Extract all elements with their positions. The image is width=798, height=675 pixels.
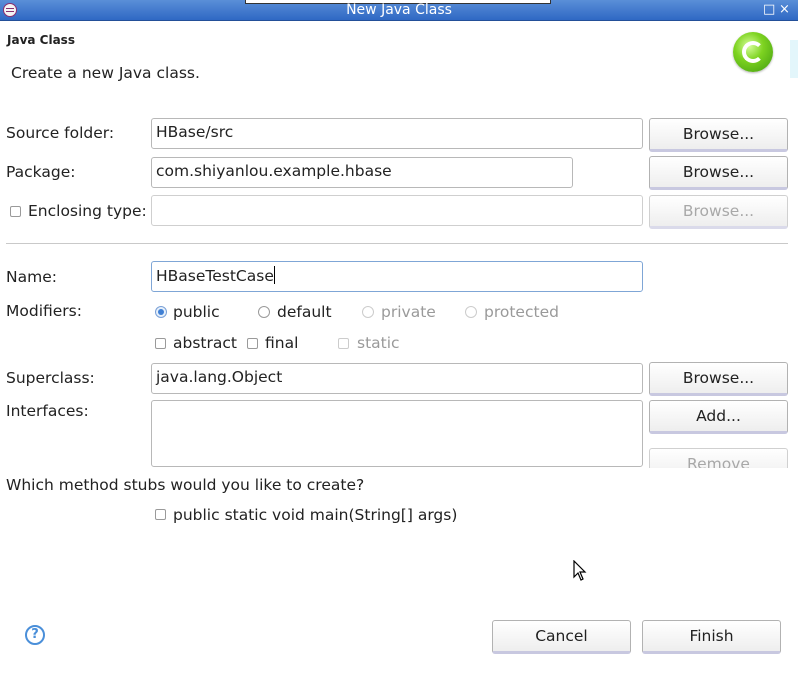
finish-button[interactable]: Finish [642,620,781,654]
cancel-button[interactable]: Cancel [492,620,631,654]
enclosing-type-checkbox[interactable] [10,206,21,217]
modifier-default-label: default [277,303,332,321]
text-caret [273,266,275,284]
source-folder-label: Source folder: [6,124,115,142]
modifier-static-checkbox[interactable] [338,338,349,349]
close-button[interactable]: × [779,2,790,18]
method-stubs-question: Which method stubs would you like to cre… [6,476,365,494]
interfaces-label: Interfaces: [6,402,89,420]
separator [6,243,788,244]
modifier-protected-radio[interactable] [465,306,477,318]
modifier-private-label: private [381,303,436,321]
package-label: Package: [6,163,76,181]
page-title: Java Class [7,33,75,47]
source-folder-value: HBase/src [156,123,234,141]
modifier-public-label: public [173,303,220,321]
source-folder-field[interactable]: HBase/src [151,118,643,149]
modifier-abstract-label: abstract [173,334,237,352]
title-bar[interactable]: New Java Class □ × [0,0,798,21]
package-browse-button[interactable]: Browse... [649,156,788,190]
remove-interface-button[interactable]: Remove [649,448,788,468]
add-interface-button[interactable]: Add... [649,400,788,434]
superclass-field[interactable]: java.lang.Object [151,363,643,394]
interfaces-list[interactable] [151,400,643,467]
package-value: com.shiyanlou.example.hbase [156,162,392,180]
modifier-final-checkbox[interactable] [247,338,258,349]
page-description: Create a new Java class. [11,64,200,82]
window-title: New Java Class [346,2,452,18]
modifier-default-radio[interactable] [258,306,270,318]
class-c-icon [742,41,764,63]
name-value: HBaseTestCase [156,267,274,285]
superclass-value: java.lang.Object [156,368,283,386]
modifier-protected-label: protected [484,303,559,321]
enclosing-type-browse-button[interactable]: Browse... [649,195,788,229]
modifier-static-label: static [357,334,400,352]
enclosing-type-label: Enclosing type: [28,202,147,220]
superclass-browse-button[interactable]: Browse... [649,362,788,396]
superclass-label: Superclass: [6,369,95,387]
name-field[interactable]: HBaseTestCase [151,261,643,292]
new-class-wizard-icon [733,32,773,72]
help-icon[interactable]: ? [25,625,45,645]
remove-interface-clip: Remove [649,448,788,468]
modifiers-label: Modifiers: [6,302,82,320]
package-field[interactable]: com.shiyanlou.example.hbase [151,157,573,188]
enclosing-type-field[interactable] [151,195,643,226]
main-method-label: public static void main(String[] args) [173,506,458,524]
source-folder-browse-button[interactable]: Browse... [649,118,788,152]
decorative-strip [790,40,798,78]
main-method-checkbox[interactable] [155,509,166,520]
mouse-cursor-icon [573,560,587,581]
modifier-public-radio[interactable] [155,306,167,318]
name-label: Name: [6,268,57,286]
modifier-final-label: final [265,334,299,352]
modifier-private-radio[interactable] [362,306,374,318]
modifier-abstract-checkbox[interactable] [155,338,166,349]
maximize-button[interactable]: □ [763,2,775,18]
